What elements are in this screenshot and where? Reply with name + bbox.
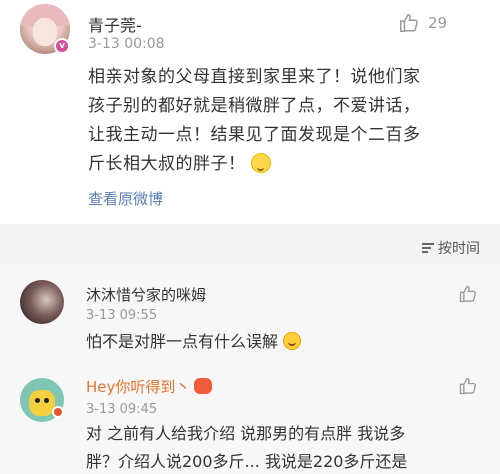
comment-text: 怕不是对胖一点有什么误解 <box>86 328 486 356</box>
thumbs-up-icon <box>459 285 476 303</box>
post-text-line: 让我主动一点！结果见了面发现是个二百多 <box>88 125 421 145</box>
verified-badge-icon: v <box>54 38 70 54</box>
comment-text: 对 之前有人给我介绍 说那男的有点胖 我说多 胖？介绍人说200多斤... 我说… <box>86 420 486 474</box>
view-original-weibo-link[interactable]: 查看原微博 <box>88 188 163 209</box>
comment-text-content: 怕不是对胖一点有什么误解 <box>86 332 279 351</box>
upside-down-smile-emoji-icon <box>283 332 302 350</box>
commenter-name[interactable]: 沐沐惜兮家的咪姆 <box>86 284 206 305</box>
comment-text-line: 对 之前有人给我介绍 说那男的有点胖 我说多 <box>86 424 406 443</box>
post-text-line: 孩子别的都好就是稍微胖了点，不爱讲话， <box>88 96 421 116</box>
post-body: 相亲对象的父母直接到家里来了！说他们家 孩子别的都好就是稍微胖了点，不爱讲话， … <box>88 63 483 179</box>
like-button[interactable]: 29 <box>398 12 447 34</box>
sort-by-time-button[interactable]: 按时间 <box>422 238 480 258</box>
post-text-line: 相亲对象的父母直接到家里来了！说他们家 <box>88 67 421 87</box>
post-timestamp: 3-13 00:08 <box>88 36 165 52</box>
main-post: v 青子莞- 3-13 00:08 29 相亲对象的父母直接到家里来了！说他们家… <box>0 0 500 224</box>
post-text-line: 斤长相大叔的胖子！ <box>88 154 246 174</box>
commenter-name[interactable]: Hey你听得到丶 <box>86 376 213 397</box>
post-text-line-last: 斤长相大叔的胖子！ <box>88 150 483 179</box>
commenter-avatar[interactable] <box>20 280 64 324</box>
avatar-eye <box>44 398 49 403</box>
fan-tag-icon <box>194 378 213 394</box>
like-count: 29 <box>428 14 448 32</box>
sort-label: 按时间 <box>438 241 480 257</box>
commenter-name-text: Hey你听得到丶 <box>86 378 191 396</box>
avatar-face <box>33 18 57 46</box>
thumbs-up-icon <box>459 377 476 395</box>
comment-like-button[interactable] <box>458 284 478 308</box>
comment-timestamp: 3-13 09:55 <box>86 308 158 323</box>
member-badge-icon <box>52 406 64 418</box>
sort-icon <box>422 241 434 255</box>
thinking-face-emoji-icon <box>251 153 272 173</box>
comment-text-line: 胖？介绍人说200多斤... 我说是220多斤还是 <box>86 452 408 471</box>
post-author-name[interactable]: 青子莞- <box>88 12 142 36</box>
avatar-eye <box>35 398 40 403</box>
comment-list: 沐沐惜兮家的咪姆 3-13 09:55 怕不是对胖一点有什么误解 Hey你听得到… <box>0 264 500 474</box>
comment-timestamp: 3-13 09:45 <box>86 402 158 417</box>
thumbs-up-icon <box>400 14 418 32</box>
comment-like-button[interactable] <box>458 376 478 400</box>
